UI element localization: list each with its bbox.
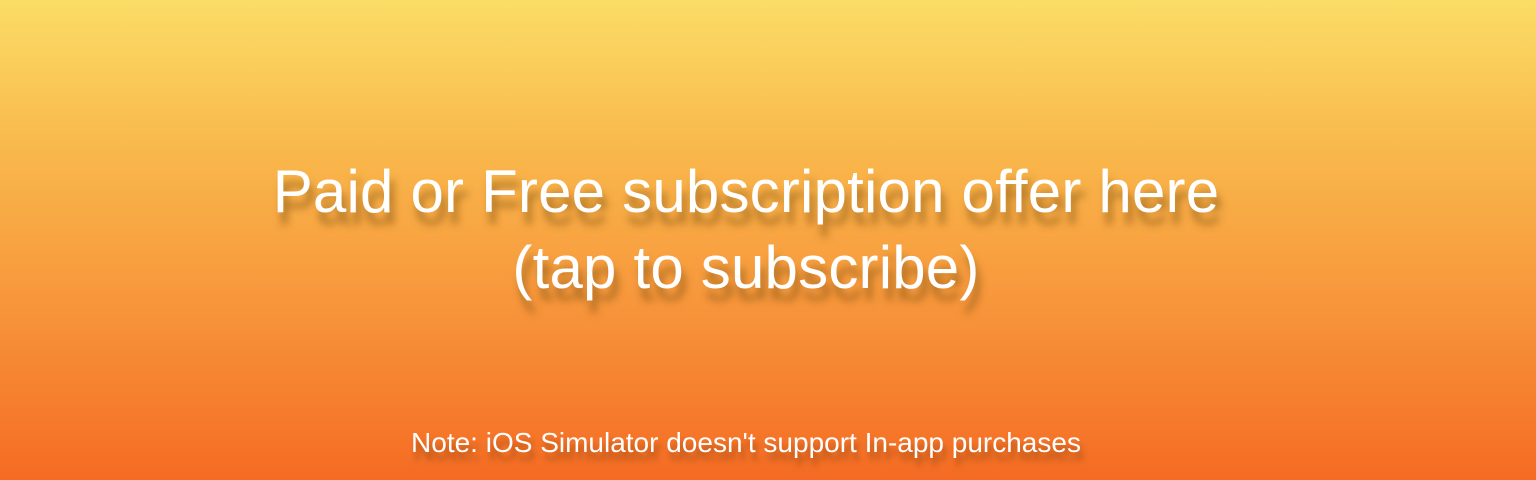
subscription-offer-text[interactable]: Paid or Free subscription offer here (ta… [0, 154, 1492, 306]
subscription-banner[interactable]: Paid or Free subscription offer here (ta… [0, 0, 1536, 480]
offer-line-2: (tap to subscribe) [512, 234, 980, 301]
offer-line-1: Paid or Free subscription offer here [272, 158, 1220, 225]
simulator-note: Note: iOS Simulator doesn't support In-a… [411, 427, 1081, 458]
